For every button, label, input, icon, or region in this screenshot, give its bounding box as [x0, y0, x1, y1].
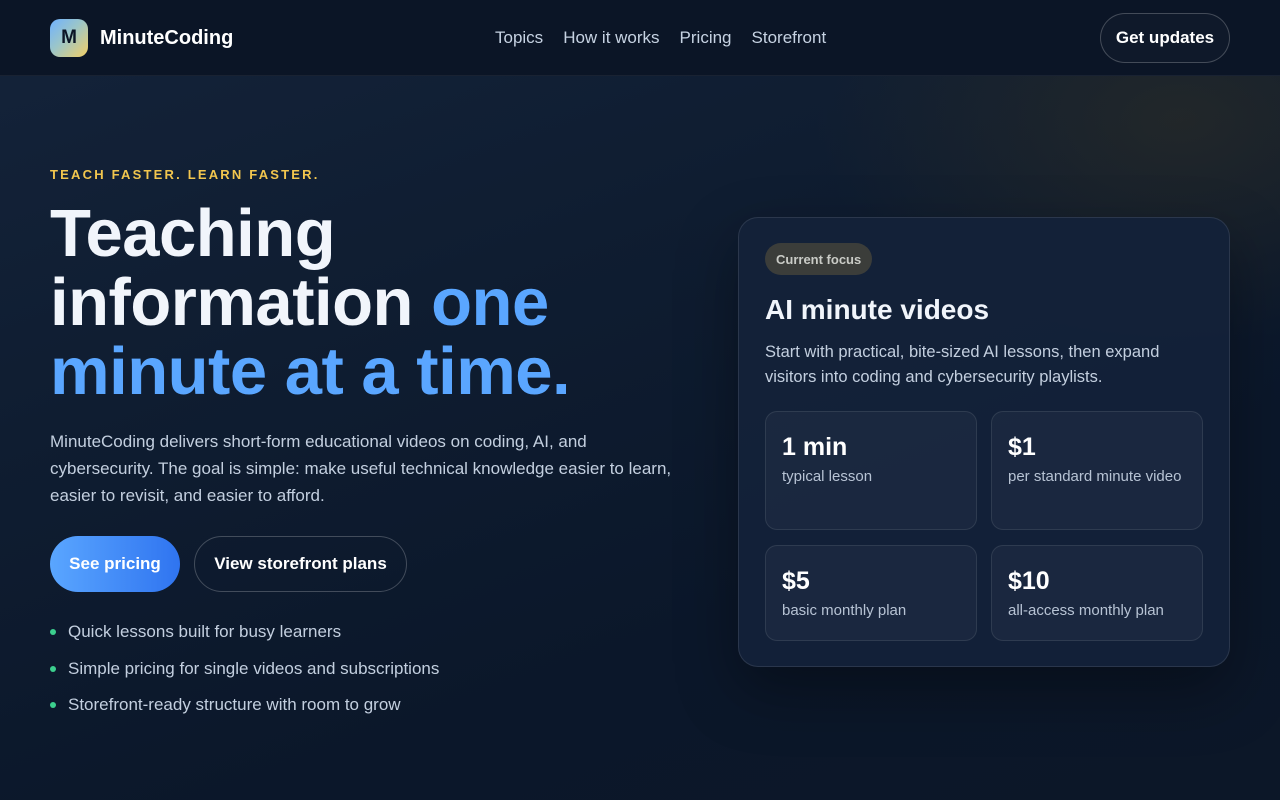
stat-card-video-price: $1 per standard minute video — [991, 411, 1203, 530]
stat-label: per standard minute video — [1008, 468, 1182, 485]
nav-link-topics[interactable]: Topics — [495, 27, 543, 49]
bullet-dot-icon — [50, 629, 56, 635]
feature-list: Quick lessons built for busy learners Si… — [50, 620, 439, 730]
bullet-dot-icon — [50, 665, 56, 672]
focus-card-title: AI minute videos — [765, 294, 990, 325]
bullet-dot-icon — [50, 702, 56, 708]
stat-card-all-access-plan: $10 all-access monthly plan — [991, 545, 1203, 641]
see-pricing-button[interactable]: See pricing — [50, 536, 180, 592]
hero-headline: Teaching information one minute at a tim… — [50, 199, 690, 406]
feature-item: Simple pricing for single videos and sub… — [50, 657, 439, 681]
stat-value: $1 — [1008, 433, 1036, 461]
stat-value: 1 min — [782, 433, 848, 461]
focus-card: Current focus AI minute videos Start wit… — [738, 217, 1230, 667]
nav-link-storefront[interactable]: Storefront — [752, 27, 827, 49]
stat-label: all-access monthly plan — [1008, 602, 1164, 619]
brand[interactable]: M MinuteCoding — [50, 19, 233, 57]
feature-text: Simple pricing for single videos and sub… — [68, 658, 440, 678]
nav-link-how-it-works[interactable]: How it works — [563, 27, 659, 49]
get-updates-button[interactable]: Get updates — [1100, 13, 1230, 63]
main-nav: Topics How it works Pricing Storefront — [495, 27, 846, 49]
site-header: M MinuteCoding Topics How it works Prici… — [0, 0, 1280, 76]
hero-eyebrow: TEACH FASTER. LEARN FASTER. — [50, 167, 320, 182]
focus-card-description: Start with practical, bite-sized AI less… — [765, 343, 1160, 386]
headline-text: Teaching information — [50, 196, 432, 340]
hero-description: MinuteCoding delivers short-form educati… — [50, 432, 672, 505]
current-focus-badge: Current focus — [765, 243, 873, 275]
brand-name: MinuteCoding — [100, 26, 234, 49]
stat-value: $5 — [782, 567, 810, 595]
stat-card-basic-plan: $5 basic monthly plan — [765, 545, 977, 641]
feature-text: Quick lessons built for busy learners — [68, 622, 342, 641]
stat-value: $10 — [1008, 567, 1050, 595]
brand-logo: M — [50, 19, 88, 57]
stat-label: typical lesson — [782, 468, 873, 485]
view-storefront-plans-button[interactable]: View storefront plans — [194, 536, 407, 592]
feature-item: Storefront-ready structure with room to … — [50, 693, 439, 717]
stat-label: basic monthly plan — [782, 602, 907, 619]
feature-item: Quick lessons built for busy learners — [50, 620, 439, 644]
nav-link-pricing[interactable]: Pricing — [680, 27, 732, 49]
stat-card-lesson-length: 1 min typical lesson — [765, 411, 977, 530]
feature-text: Storefront-ready structure with room to … — [68, 695, 401, 714]
